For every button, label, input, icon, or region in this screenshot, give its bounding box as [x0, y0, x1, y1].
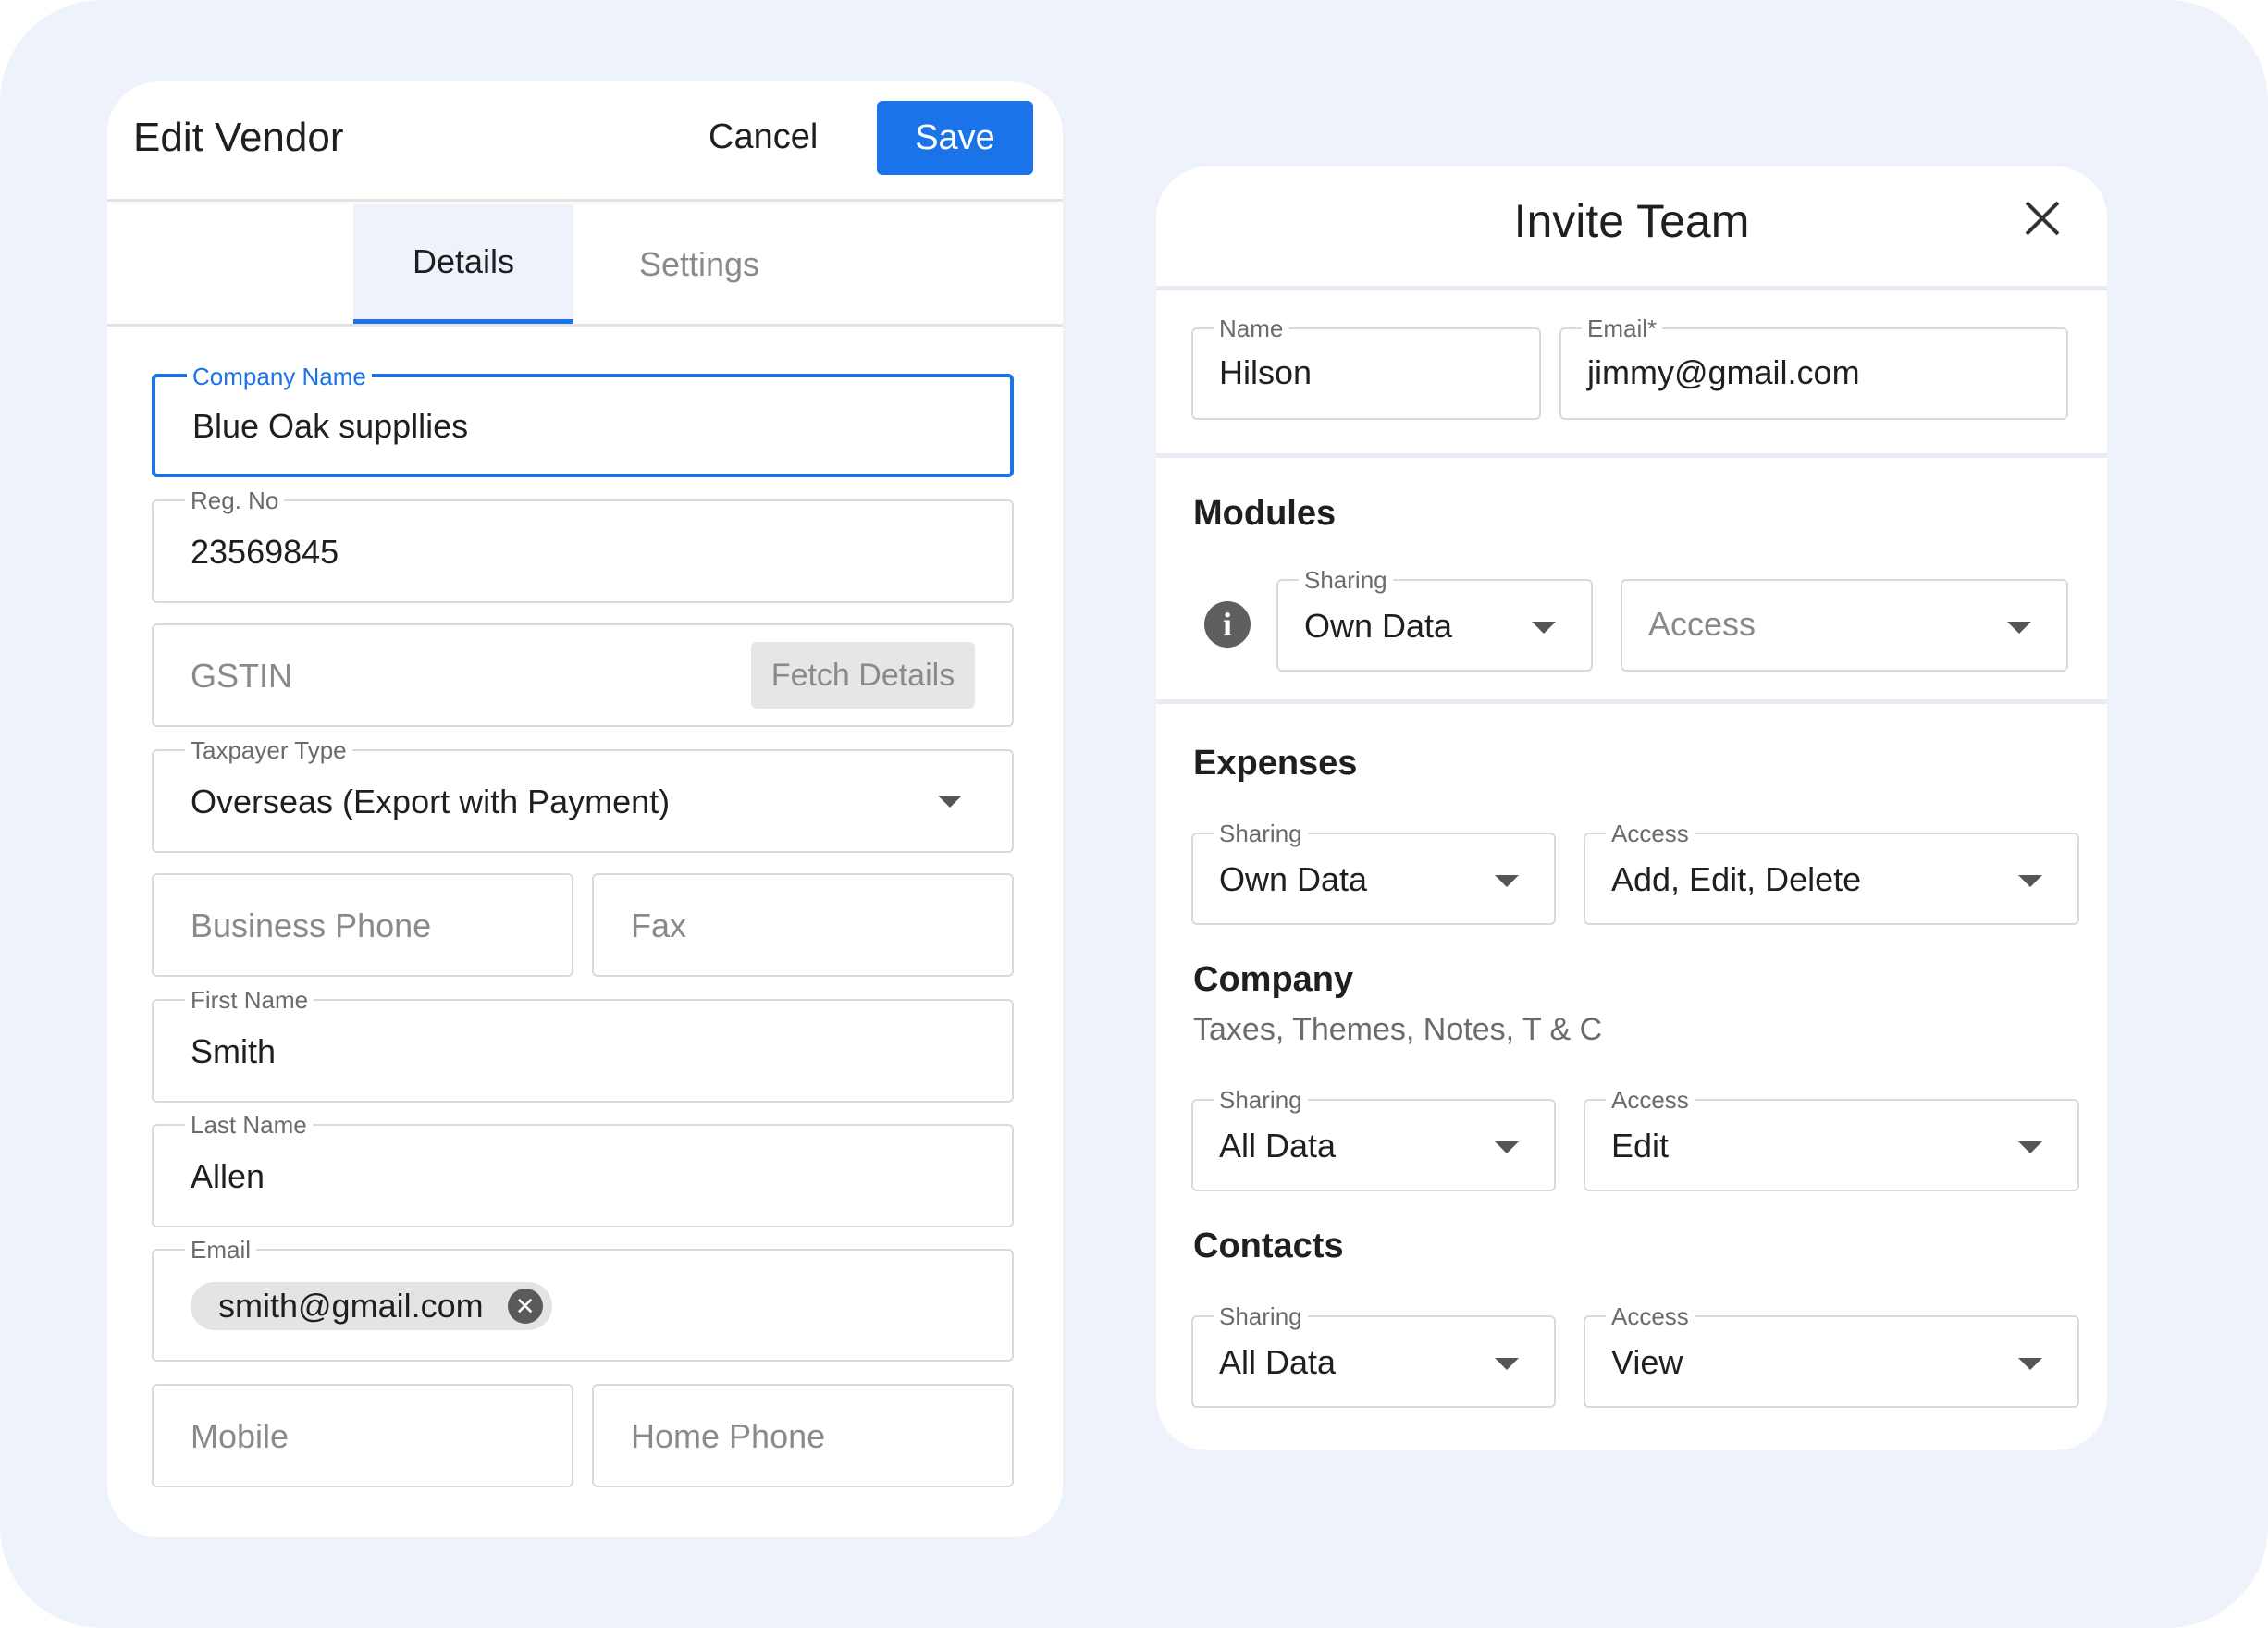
- chevron-down-icon: [2018, 875, 2042, 887]
- chevron-down-icon: [1495, 1358, 1519, 1370]
- email-field[interactable]: Email smith@gmail.com ✕: [152, 1235, 1014, 1362]
- save-button[interactable]: Save: [877, 101, 1033, 175]
- gstin-placeholder: GSTIN: [191, 657, 293, 695]
- chevron-down-icon: [2018, 1141, 2042, 1153]
- reg-no-value: 23569845: [191, 533, 339, 571]
- contacts-sharing-label: Sharing: [1214, 1301, 1308, 1331]
- remove-chip-icon[interactable]: ✕: [507, 1289, 543, 1324]
- company-sharing-label: Sharing: [1214, 1085, 1308, 1115]
- home-phone-placeholder: Home Phone: [631, 1417, 826, 1455]
- modules-heading: Modules: [1193, 494, 1337, 533]
- tab-details[interactable]: Details: [353, 204, 573, 324]
- company-name-label: Company Name: [187, 362, 372, 391]
- company-sharing-select[interactable]: Sharing All Data: [1191, 1085, 1556, 1191]
- contacts-sharing-value: All Data: [1219, 1343, 1337, 1381]
- name-label: Name: [1214, 314, 1289, 343]
- company-access-select[interactable]: Access Edit: [1584, 1085, 2079, 1191]
- modules-access-select[interactable]: Access: [1621, 579, 2068, 672]
- modules-access-placeholder: Access: [1648, 605, 1756, 643]
- divider: [1156, 453, 2107, 458]
- company-subtitle: Taxes, Themes, Notes, T & C: [1193, 1012, 1603, 1047]
- last-name-value: Allen: [191, 1157, 265, 1195]
- chevron-down-icon: [938, 796, 962, 808]
- modules-sharing-label: Sharing: [1299, 565, 1393, 595]
- email-input[interactable]: Email* jimmy@gmail.com: [1559, 314, 2068, 420]
- taxpayer-type-value: Overseas (Export with Payment): [191, 783, 671, 820]
- name-value: Hilson: [1219, 353, 1313, 391]
- business-phone-field[interactable]: Business Phone: [152, 873, 573, 977]
- dialog-header: Invite Team: [1156, 166, 2107, 290]
- page-title: Edit Vendor: [133, 115, 344, 160]
- chevron-down-icon: [1532, 622, 1556, 634]
- last-name-field[interactable]: Last Name Allen: [152, 1110, 1014, 1227]
- company-sharing-value: All Data: [1219, 1127, 1337, 1165]
- contacts-sharing-select[interactable]: Sharing All Data: [1191, 1301, 1556, 1408]
- contacts-heading: Contacts: [1193, 1227, 1344, 1265]
- info-icon[interactable]: i: [1204, 601, 1251, 648]
- first-name-field[interactable]: First Name Smith: [152, 985, 1014, 1103]
- contacts-access-select[interactable]: Access View: [1584, 1301, 2079, 1408]
- email-label: Email: [185, 1235, 257, 1264]
- tab-bar: Details Settings: [107, 204, 1063, 327]
- fax-placeholder: Fax: [631, 906, 687, 944]
- expenses-access-select[interactable]: Access Add, Edit, Delete: [1584, 819, 2079, 925]
- chevron-down-icon: [2007, 622, 2031, 634]
- expenses-access-label: Access: [1606, 819, 1695, 848]
- first-name-label: First Name: [185, 985, 314, 1015]
- divider: [1156, 699, 2107, 704]
- home-phone-field[interactable]: Home Phone: [592, 1384, 1014, 1487]
- name-field[interactable]: Name Hilson: [1191, 314, 1541, 420]
- expenses-sharing-value: Own Data: [1219, 860, 1368, 898]
- modules-sharing-select[interactable]: Sharing Own Data: [1276, 565, 1593, 672]
- mobile-field[interactable]: Mobile: [152, 1384, 573, 1487]
- reg-no-label: Reg. No: [185, 486, 285, 515]
- mobile-placeholder: Mobile: [191, 1417, 290, 1455]
- tab-settings[interactable]: Settings: [607, 204, 792, 324]
- email-input-value: jimmy@gmail.com: [1587, 353, 1860, 391]
- expenses-sharing-label: Sharing: [1214, 819, 1308, 848]
- fetch-details-button[interactable]: Fetch Details: [751, 642, 975, 709]
- email-chip-label: smith@gmail.com: [218, 1287, 484, 1325]
- close-icon[interactable]: [2024, 200, 2061, 237]
- taxpayer-type-select[interactable]: Taxpayer Type Overseas (Export with Paym…: [152, 735, 1014, 853]
- cancel-button[interactable]: Cancel: [709, 111, 818, 163]
- company-access-label: Access: [1606, 1085, 1695, 1115]
- taxpayer-type-label: Taxpayer Type: [185, 735, 352, 765]
- company-name-field[interactable]: Company Name Blue Oak suppllies: [152, 362, 1014, 477]
- first-name-value: Smith: [191, 1032, 277, 1070]
- chevron-down-icon: [2018, 1358, 2042, 1370]
- email-chip: smith@gmail.com ✕: [191, 1282, 552, 1330]
- last-name-label: Last Name: [185, 1110, 313, 1140]
- email-input-label: Email*: [1582, 314, 1663, 343]
- invite-team-dialog: Invite Team Name Hilson Email* jimmy@gma…: [1156, 166, 2107, 1450]
- edit-vendor-panel: Edit Vendor Cancel Save Details Settings…: [107, 81, 1063, 1537]
- fax-field[interactable]: Fax: [592, 873, 1014, 977]
- business-phone-placeholder: Business Phone: [191, 906, 432, 944]
- expenses-sharing-select[interactable]: Sharing Own Data: [1191, 819, 1556, 925]
- company-name-value: Blue Oak suppllies: [192, 407, 469, 445]
- company-access-value: Edit: [1611, 1127, 1670, 1165]
- gstin-field[interactable]: GSTIN Fetch Details: [152, 623, 1014, 727]
- vendor-header: Edit Vendor Cancel Save: [107, 81, 1063, 202]
- expenses-access-value: Add, Edit, Delete: [1611, 860, 1862, 898]
- chevron-down-icon: [1495, 875, 1519, 887]
- chevron-down-icon: [1495, 1141, 1519, 1153]
- company-heading: Company: [1193, 960, 1354, 999]
- modules-sharing-value: Own Data: [1304, 607, 1453, 645]
- reg-no-field[interactable]: Reg. No 23569845: [152, 486, 1014, 603]
- dialog-title: Invite Team: [1513, 195, 1750, 247]
- expenses-heading: Expenses: [1193, 744, 1358, 783]
- contacts-access-label: Access: [1606, 1301, 1695, 1331]
- contacts-access-value: View: [1611, 1343, 1683, 1381]
